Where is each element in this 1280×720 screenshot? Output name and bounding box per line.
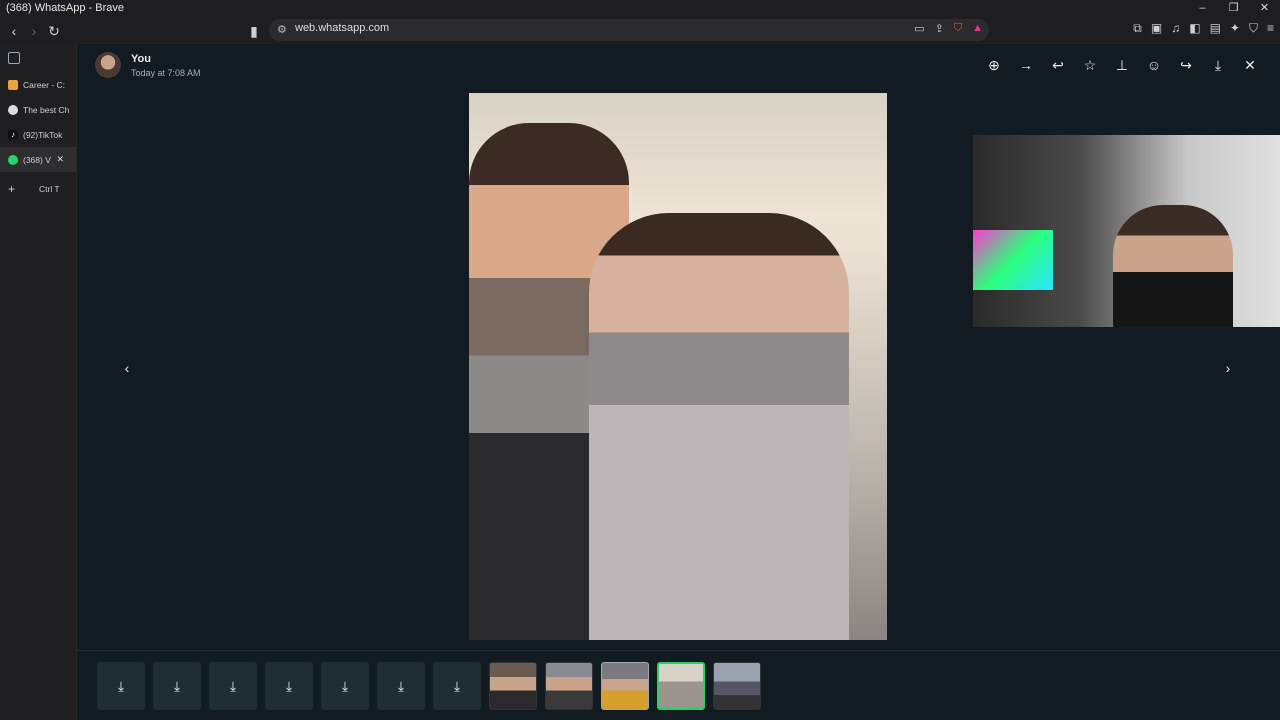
new-tab-button[interactable]: + Ctrl T <box>0 176 76 201</box>
forward-icon[interactable]: ↪ <box>1178 57 1194 73</box>
url-actions: ▭ ⇪ ⛉ ▲ <box>914 22 983 35</box>
thumbnail-image-hovered[interactable] <box>601 662 649 710</box>
window-titlebar: (368) WhatsApp - Brave – ❐ ✕ <box>0 0 1280 17</box>
tab-label: (92)TikTok <box>23 129 63 140</box>
window-title: (368) WhatsApp - Brave <box>6 2 124 14</box>
tab-whatsapp[interactable]: (368) V ✕ <box>0 147 76 172</box>
tab-label: The best Ch <box>23 104 70 115</box>
menu-icon[interactable]: ≡ <box>1267 21 1274 36</box>
thumbnail-download-placeholder[interactable]: ⤓ <box>97 662 145 710</box>
plus-icon: + <box>8 181 16 196</box>
close-tab-icon[interactable]: ✕ <box>56 154 64 165</box>
forward-nav-icon[interactable]: › <box>26 23 42 39</box>
tab-label: Career - C: <box>23 79 66 90</box>
minimize-icon[interactable]: – <box>1187 0 1218 17</box>
star-icon[interactable]: ☆ <box>1082 57 1098 73</box>
react-emoji-icon[interactable]: ☺ <box>1146 57 1162 73</box>
address-bar[interactable]: ⚙ web.whatsapp.com ▭ ⇪ ⛉ ▲ <box>269 19 989 41</box>
sender-info: You Today at 7:08 AM <box>95 52 201 78</box>
chatgpt-favicon-icon <box>8 104 18 115</box>
tab-label: (368) V <box>23 154 51 165</box>
download-icon: ⤓ <box>453 677 461 694</box>
avatar[interactable] <box>95 52 121 78</box>
sidebar-toggle[interactable] <box>0 44 76 72</box>
previous-media-icon[interactable]: ‹ <box>119 360 135 376</box>
browser-extension-tools: ⧉ ▣ ♫ ◧ ▤ ✦ ⛉ ≡ <box>1133 21 1274 36</box>
download-icon: ⤓ <box>173 677 181 694</box>
thumbnail-download-placeholder[interactable]: ⤓ <box>153 662 201 710</box>
download-icon: ⤓ <box>117 677 125 694</box>
thumbnail-image[interactable] <box>545 662 593 710</box>
reload-icon[interactable]: ↻ <box>46 23 62 39</box>
panel-icon <box>8 52 20 64</box>
tab-tiktok[interactable]: ♪ (92)TikTok <box>0 122 76 147</box>
webcam-overlay <box>973 135 1280 327</box>
wallet-icon[interactable]: ▤ <box>1210 21 1221 36</box>
reply-icon[interactable]: ↩ <box>1050 57 1066 73</box>
photo-person-right <box>589 213 849 640</box>
thumbnail-download-placeholder[interactable]: ⤓ <box>433 662 481 710</box>
music-icon[interactable]: ♫ <box>1171 21 1180 36</box>
vertical-tabs-sidebar: Career - C: The best Ch ♪ (92)TikTok (36… <box>0 44 77 720</box>
whatsapp-favicon-icon <box>8 154 18 165</box>
tab-the-best[interactable]: The best Ch <box>0 97 76 122</box>
window-controls: – ❐ ✕ <box>1187 0 1280 17</box>
sender-timestamp: Today at 7:08 AM <box>131 67 201 78</box>
brave-rewards-icon[interactable]: ▲ <box>972 22 983 35</box>
pin-icon[interactable]: ⊥ <box>1114 57 1130 73</box>
thumbnail-download-placeholder[interactable]: ⤓ <box>209 662 257 710</box>
share-url-icon[interactable]: ⇪ <box>935 22 944 35</box>
cast-icon[interactable]: ▭ <box>914 22 924 35</box>
url-text[interactable]: web.whatsapp.com <box>295 22 389 34</box>
thumbnail-download-placeholder[interactable]: ⤓ <box>321 662 369 710</box>
download-icon: ⤓ <box>397 677 405 694</box>
leo-ai-icon[interactable]: ✦ <box>1230 21 1240 36</box>
thumbnail-strip: ⤓ ⤓ ⤓ ⤓ ⤓ ⤓ ⤓ <box>77 650 1280 720</box>
screenshot-icon[interactable]: ▣ <box>1151 21 1162 36</box>
download-icon[interactable]: ⤓ <box>1210 57 1226 73</box>
sidebar-toggle-icon[interactable]: ◧ <box>1189 21 1200 36</box>
back-icon[interactable]: ‹ <box>6 23 22 39</box>
tab-career[interactable]: Career - C: <box>0 72 76 97</box>
download-icon: ⤓ <box>229 677 237 694</box>
tiktok-favicon-icon: ♪ <box>8 129 18 140</box>
thumbnail-image[interactable] <box>713 662 761 710</box>
restore-icon[interactable]: ❐ <box>1218 0 1249 17</box>
new-tab-shortcut: Ctrl T <box>39 183 60 194</box>
thumbnail-download-placeholder[interactable]: ⤓ <box>265 662 313 710</box>
sender-name: You <box>131 52 151 65</box>
career-favicon-icon <box>8 79 18 90</box>
thumbnail-image-selected[interactable] <box>657 662 705 710</box>
rgb-lights <box>973 230 1053 290</box>
bookmark-icon[interactable]: ▮ <box>246 23 262 39</box>
viewer-actions: ⊕ → ↩ ☆ ⊥ ☺ ↪ ⤓ ✕ <box>986 57 1258 73</box>
close-icon[interactable]: ✕ <box>1242 57 1258 73</box>
streamer <box>1113 205 1233 327</box>
site-info-icon[interactable]: ⚙ <box>277 23 287 36</box>
zoom-in-icon[interactable]: ⊕ <box>986 57 1002 73</box>
thumbnail-image[interactable] <box>489 662 537 710</box>
thumbnail-download-placeholder[interactable]: ⤓ <box>377 662 425 710</box>
main-photo <box>469 93 887 640</box>
next-media-icon[interactable]: › <box>1220 360 1236 376</box>
brave-shields-icon[interactable]: ⛉ <box>954 22 962 35</box>
download-icon: ⤓ <box>285 677 293 694</box>
extensions-icon[interactable]: ⧉ <box>1133 21 1142 36</box>
vpn-icon[interactable]: ⛉ <box>1249 21 1258 36</box>
go-to-message-icon[interactable]: → <box>1018 57 1034 73</box>
close-window-icon[interactable]: ✕ <box>1249 0 1280 17</box>
download-icon: ⤓ <box>341 677 349 694</box>
media-viewer: You Today at 7:08 AM ⊕ → ↩ ☆ ⊥ ☺ ↪ ⤓ ✕ ‹… <box>77 44 1280 720</box>
